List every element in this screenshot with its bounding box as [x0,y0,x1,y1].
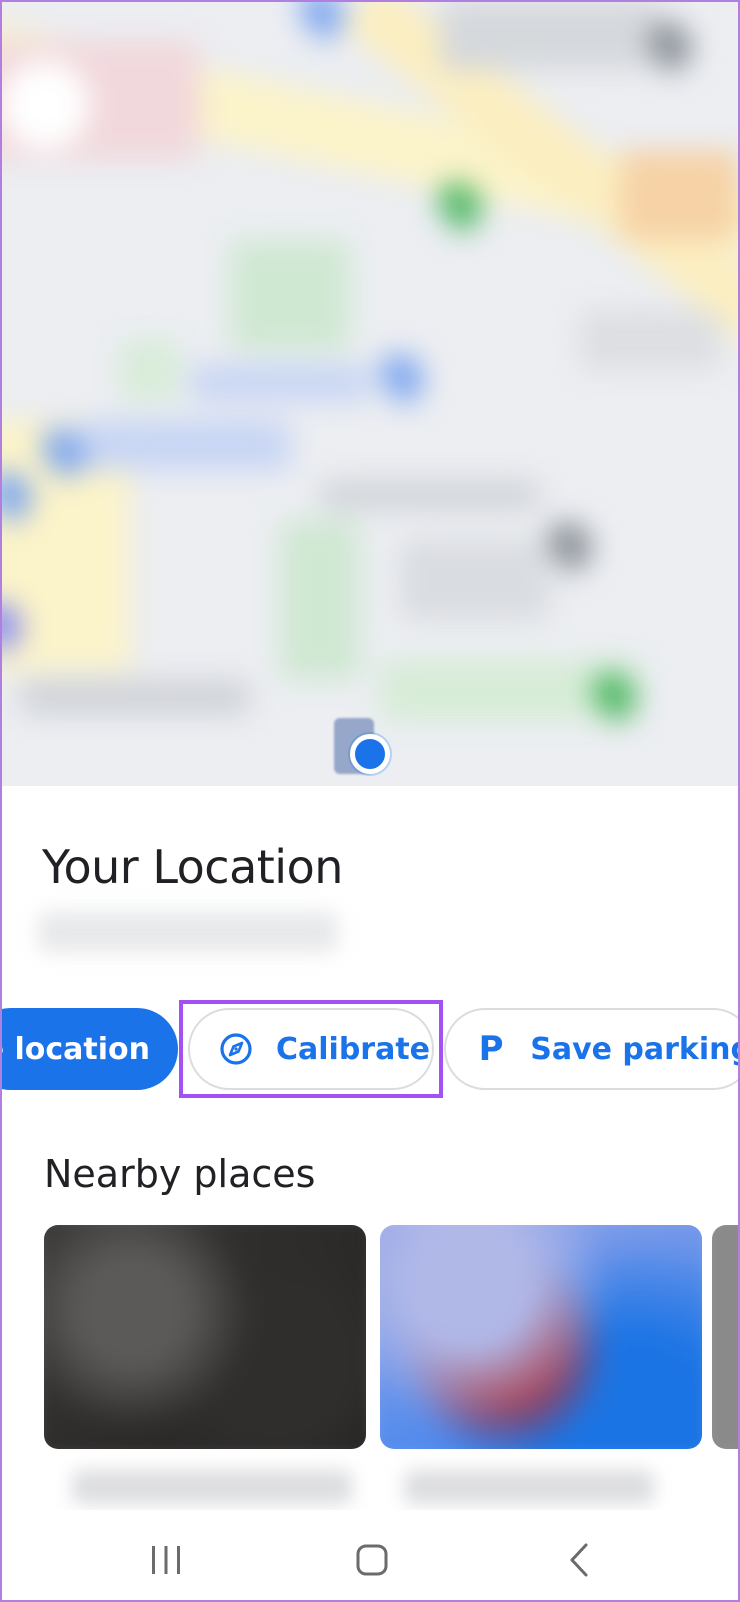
place-photo [380,1225,702,1449]
nearby-place-card[interactable] [712,1225,740,1449]
nearby-place-card[interactable] [380,1225,702,1449]
current-location-dot[interactable] [350,734,390,774]
recents-icon[interactable] [136,1530,196,1590]
nearby-places-title: Nearby places [44,1152,316,1196]
share-location-label: e location [0,1031,150,1067]
map-tiles [0,0,740,800]
place-photo [712,1225,740,1449]
home-icon[interactable] [342,1530,402,1590]
place-name-redacted [72,1470,352,1504]
calibrate-highlight-box [179,1000,443,1098]
system-nav-bar [0,1510,740,1602]
save-parking-button[interactable]: P Save parking [444,1008,740,1090]
save-parking-label: Save parking [530,1031,740,1067]
place-photo [44,1225,366,1449]
place-name-redacted [404,1470,654,1504]
map-view[interactable] [0,0,740,800]
sheet-title: Your Location [42,840,343,894]
nearby-place-card[interactable] [44,1225,366,1449]
parking-p-icon: P [478,1029,504,1069]
share-location-button[interactable]: e location [0,1008,178,1090]
address-redacted [38,912,338,952]
back-icon[interactable] [550,1530,610,1590]
